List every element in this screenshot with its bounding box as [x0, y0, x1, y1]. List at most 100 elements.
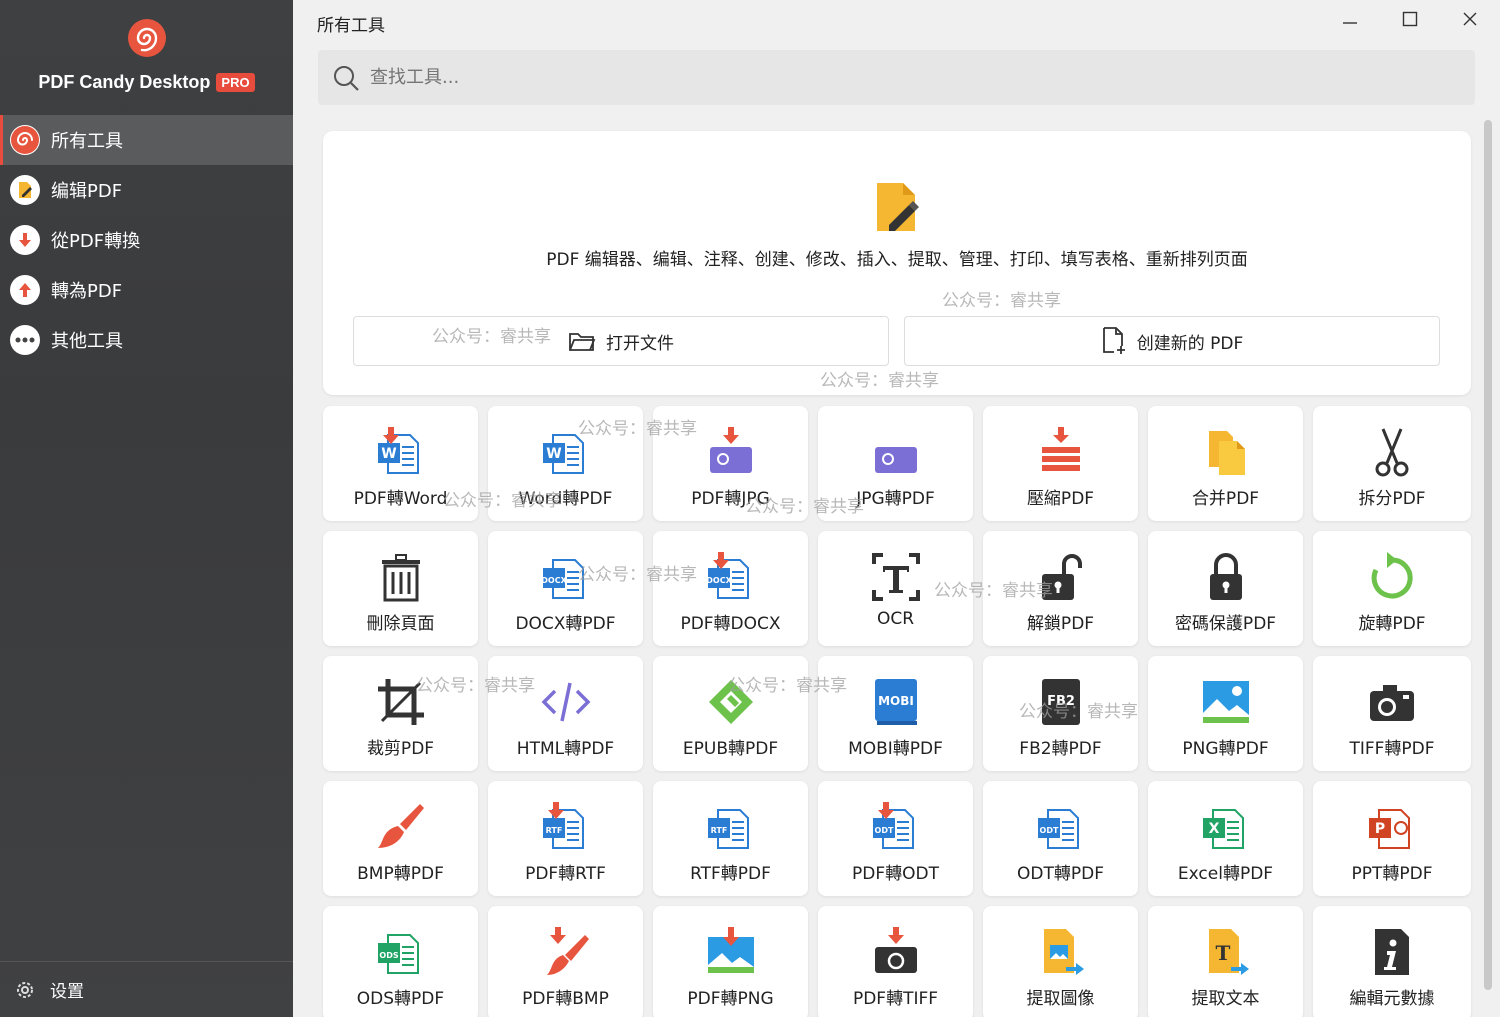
maximize-button[interactable]	[1390, 6, 1430, 32]
tool-tile-trash[interactable]: 刪除頁面	[323, 531, 478, 646]
minimize-button[interactable]	[1330, 6, 1370, 32]
extract-text-icon: T	[1148, 924, 1303, 980]
jpg-from-pdf-icon	[653, 424, 808, 480]
tool-label: 密碼保護PDF	[1174, 614, 1277, 634]
tool-tile-rtf[interactable]: RTF RTF轉PDF	[653, 781, 808, 896]
tool-tile-mobi[interactable]: MOBI MOBI轉PDF	[818, 656, 973, 771]
open-file-button[interactable]: 打开文件	[353, 316, 889, 366]
svg-text:ODT: ODT	[874, 826, 893, 835]
tool-label: ODS轉PDF	[356, 989, 445, 1009]
sidebar-item-to-pdf[interactable]: 轉為PDF	[0, 265, 293, 315]
tool-tile-rotate[interactable]: 旋轉PDF	[1313, 531, 1471, 646]
svg-text:DOCX: DOCX	[706, 576, 732, 585]
tool-label: PDF轉RTF	[525, 864, 606, 884]
svg-text:FB2: FB2	[1047, 694, 1075, 709]
tool-tile-jpg[interactable]: JPG轉PDF	[818, 406, 973, 521]
tool-label: 提取圖像	[1026, 989, 1095, 1009]
tool-label: PNG轉PDF	[1182, 739, 1269, 759]
tool-label: 編輯元數據	[1349, 989, 1435, 1009]
tool-tile-ods[interactable]: ODS ODS轉PDF	[323, 906, 478, 1017]
sidebar: PDF Candy Desktop PRO 所有工具 编辑PDF 從PDF轉換	[0, 0, 293, 1017]
tool-label: PDF轉TIFF	[852, 989, 939, 1009]
tool-label: PDF轉BMP	[522, 989, 609, 1009]
tool-tile-word-from-pdf[interactable]: W PDF轉Word	[323, 406, 478, 521]
jpg-icon	[818, 424, 973, 480]
scrollbar[interactable]	[1484, 120, 1492, 990]
tool-tile-crop[interactable]: 裁剪PDF	[323, 656, 478, 771]
sidebar-item-edit-pdf[interactable]: 编辑PDF	[0, 165, 293, 215]
rtf-from-pdf-icon: RTF	[488, 799, 643, 855]
tool-tile-docx-from-pdf[interactable]: DOCX PDF轉DOCX	[653, 531, 808, 646]
featured-edit-card[interactable]: PDF 编辑器、编辑、注释、创建、修改、插入、提取、管理、打印、填写表格、重新排…	[323, 131, 1471, 395]
tool-tile-html[interactable]: HTML轉PDF	[488, 656, 643, 771]
tool-tile-metadata[interactable]: 編輯元數據	[1313, 906, 1471, 1017]
tool-label: TIFF轉PDF	[1349, 739, 1435, 759]
edit-icon	[10, 175, 40, 205]
tool-label: 合并PDF	[1191, 489, 1260, 509]
html-icon	[488, 674, 643, 730]
tiff-from-pdf-icon	[818, 924, 973, 980]
tool-tile-lock[interactable]: 密碼保護PDF	[1148, 531, 1303, 646]
sidebar-item-other-tools[interactable]: 其他工具	[0, 315, 293, 365]
brand-title: PDF Candy Desktop	[38, 72, 211, 92]
tool-label: 拆分PDF	[1358, 489, 1426, 509]
png-from-pdf-icon	[653, 924, 808, 980]
tool-tile-png[interactable]: PNG轉PDF	[1148, 656, 1303, 771]
tool-tile-ocr[interactable]: OCR	[818, 531, 973, 646]
tool-tile-extract-text[interactable]: T 提取文本	[1148, 906, 1303, 1017]
tool-tile-ppt[interactable]: P PPT轉PDF	[1313, 781, 1471, 896]
tool-tile-odt[interactable]: ODT ODT轉PDF	[983, 781, 1138, 896]
search-input[interactable]	[370, 67, 1270, 88]
sidebar-item-label: 其他工具	[51, 331, 123, 352]
word-icon: W	[488, 424, 643, 480]
svg-text:X: X	[1208, 821, 1219, 837]
pro-badge: PRO	[216, 73, 255, 92]
tool-label: PDF轉Word	[353, 489, 448, 509]
tool-tile-extract-image[interactable]: 提取圖像	[983, 906, 1138, 1017]
tool-label: 旋轉PDF	[1358, 614, 1426, 634]
create-pdf-button[interactable]: 创建新的 PDF	[904, 316, 1440, 366]
close-icon	[1463, 12, 1477, 26]
brand-name: PDF Candy Desktop PRO	[0, 72, 293, 93]
arrow-down-icon	[10, 225, 40, 255]
sidebar-item-all-tools[interactable]: 所有工具	[0, 115, 293, 165]
word-from-pdf-icon: W	[323, 424, 478, 480]
search-icon	[334, 65, 359, 91]
tool-tile-brush[interactable]: BMP轉PDF	[323, 781, 478, 896]
merge-icon	[1148, 424, 1303, 480]
tool-tile-excel[interactable]: X Excel轉PDF	[1148, 781, 1303, 896]
minimize-icon	[1343, 22, 1357, 24]
brand: PDF Candy Desktop PRO	[0, 18, 293, 93]
tool-label: HTML轉PDF	[516, 739, 615, 759]
tool-tile-epub[interactable]: EPUB轉PDF	[653, 656, 808, 771]
tool-label: OCR	[876, 609, 915, 629]
sidebar-item-from-pdf[interactable]: 從PDF轉換	[0, 215, 293, 265]
open-file-label: 打开文件	[606, 333, 674, 354]
tool-tile-bmp-from-pdf[interactable]: PDF轉BMP	[488, 906, 643, 1017]
tool-tile-rtf-from-pdf[interactable]: RTF PDF轉RTF	[488, 781, 643, 896]
tool-tile-scissors[interactable]: 拆分PDF	[1313, 406, 1471, 521]
settings-button[interactable]: 设置	[0, 961, 293, 1017]
tool-label: PDF轉ODT	[852, 864, 939, 884]
tool-tile-jpg-from-pdf[interactable]: PDF轉JPG	[653, 406, 808, 521]
tool-tile-fb2[interactable]: FB2 FB2轉PDF	[983, 656, 1138, 771]
more-icon	[10, 325, 40, 355]
pdf-editor-icon	[875, 181, 921, 237]
tool-label: 裁剪PDF	[366, 739, 435, 759]
tool-tile-png-from-pdf[interactable]: PDF轉PNG	[653, 906, 808, 1017]
sidebar-item-label: 编辑PDF	[51, 181, 123, 202]
sidebar-nav: 所有工具 编辑PDF 從PDF轉換 轉為PDF 其他工具	[0, 115, 293, 365]
tool-tile-odt-from-pdf[interactable]: ODT PDF轉ODT	[818, 781, 973, 896]
tool-tile-tiff-from-pdf[interactable]: PDF轉TIFF	[818, 906, 973, 1017]
tool-tile-unlock[interactable]: 解鎖PDF	[983, 531, 1138, 646]
tool-label: DOCX轉PDF	[515, 614, 616, 634]
close-button[interactable]	[1450, 6, 1490, 32]
tool-tile-camera[interactable]: TIFF轉PDF	[1313, 656, 1471, 771]
tool-tile-docx[interactable]: DOCX DOCX轉PDF	[488, 531, 643, 646]
tool-label: BMP轉PDF	[357, 864, 444, 884]
svg-text:T: T	[1215, 941, 1230, 965]
tool-tile-compress[interactable]: 壓縮PDF	[983, 406, 1138, 521]
tool-tile-merge[interactable]: 合并PDF	[1148, 406, 1303, 521]
tool-tile-word[interactable]: W Word轉PDF	[488, 406, 643, 521]
svg-text:DOCX: DOCX	[541, 576, 567, 585]
